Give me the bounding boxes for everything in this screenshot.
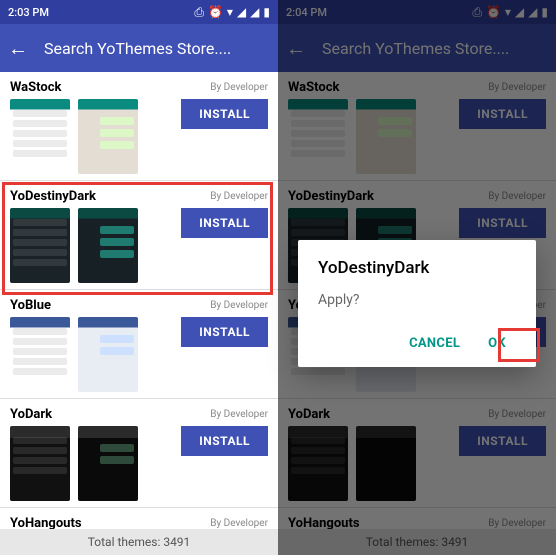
- theme-name: YoBlue: [10, 298, 51, 313]
- theme-item[interactable]: YoDark By Developer INSTALL: [0, 399, 278, 508]
- screenshot-thumb: [78, 99, 138, 174]
- install-button[interactable]: INSTALL: [181, 426, 268, 456]
- theme-item[interactable]: WaStock By Developer INSTALL: [0, 72, 278, 181]
- theme-item[interactable]: YoDestinyDark By Developer INSTALL: [0, 181, 278, 290]
- screenshot-thumb: [78, 208, 138, 283]
- screenshot-thumb: [10, 317, 70, 392]
- install-button[interactable]: INSTALL: [181, 317, 268, 347]
- signal-icon: ◢: [237, 5, 246, 19]
- theme-dev: By Developer: [210, 191, 268, 202]
- theme-dev: By Developer: [210, 518, 268, 529]
- status-bar: 2:03 PM ⎙ ⏰ ▾ ◢ ◢ ▮: [0, 0, 278, 24]
- screenshot-thumb: [10, 99, 70, 174]
- theme-name: WaStock: [10, 80, 61, 95]
- theme-item[interactable]: YoBlue By Developer INSTALL: [0, 290, 278, 399]
- battery-icon: ▮: [263, 5, 270, 19]
- back-icon[interactable]: ←: [8, 36, 28, 61]
- clock: 2:03 PM: [8, 6, 49, 19]
- theme-name: YoDestinyDark: [10, 189, 96, 204]
- screenshot-thumb: [10, 208, 70, 283]
- alarm-icon: ⏰: [208, 5, 223, 19]
- signal-icon: ◢: [250, 5, 259, 19]
- screenshot-thumb: [78, 426, 138, 501]
- cancel-button[interactable]: CANCEL: [399, 328, 470, 359]
- install-button[interactable]: INSTALL: [181, 99, 268, 129]
- apply-dialog: YoDestinyDark Apply? CANCEL OK: [298, 240, 536, 367]
- theme-dev: By Developer: [210, 300, 268, 311]
- theme-dev: By Developer: [210, 409, 268, 420]
- install-button[interactable]: INSTALL: [181, 208, 268, 238]
- theme-dev: By Developer: [210, 82, 268, 93]
- wifi-icon: ▾: [227, 5, 233, 19]
- ok-button[interactable]: OK: [478, 328, 516, 359]
- dialog-title: YoDestinyDark: [318, 258, 516, 278]
- theme-name: YoDark: [10, 407, 52, 422]
- cast-icon: ⎙: [194, 5, 204, 20]
- screenshot-thumb: [10, 426, 70, 501]
- theme-list[interactable]: WaStock By Developer INSTALL YoDestinyDar…: [0, 72, 278, 555]
- screenshot-thumb: [78, 317, 138, 392]
- app-bar: ← Search YoThemes Store....: [0, 24, 278, 72]
- dialog-message: Apply?: [318, 292, 516, 308]
- phone-left: 2:03 PM ⎙ ⏰ ▾ ◢ ◢ ▮ ← Search YoThemes St…: [0, 0, 278, 555]
- phone-right: 2:04 PM ⎙ ⏰ ▾ ◢ ◢ ▮ ← Search YoThemes St…: [278, 0, 556, 555]
- search-field[interactable]: Search YoThemes Store....: [44, 39, 270, 58]
- footer-count: Total themes: 3491: [0, 529, 278, 555]
